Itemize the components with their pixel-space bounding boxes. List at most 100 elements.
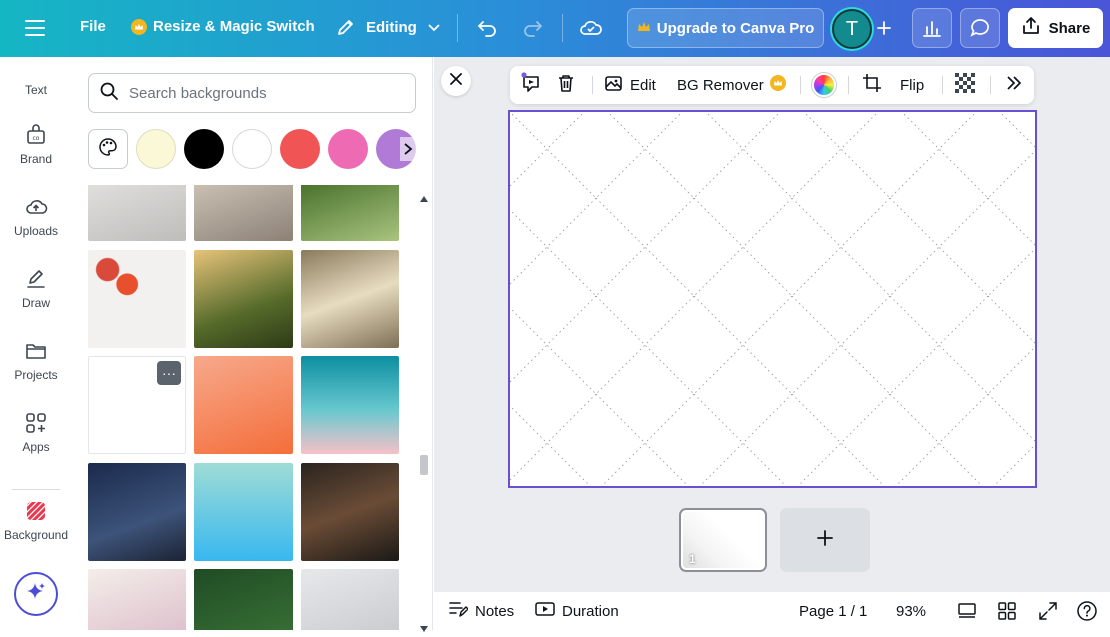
close-icon xyxy=(450,72,462,90)
rail-item-projects[interactable]: Projects xyxy=(0,339,72,382)
rail-item-label: Background xyxy=(3,528,69,542)
rail-item-label: Brand xyxy=(19,152,53,166)
zoom-level[interactable]: 93% xyxy=(896,592,926,630)
scroll-up-arrow-icon[interactable] xyxy=(420,189,428,207)
color-wheel-icon xyxy=(812,73,836,97)
resize-magic-switch-button[interactable]: Resize & Magic Switch xyxy=(131,18,315,35)
notes-button[interactable]: Notes xyxy=(448,592,514,630)
rail-item-background[interactable]: Background xyxy=(0,499,72,542)
image-edit-icon xyxy=(604,73,624,97)
background-thumbnail-white-pattern[interactable]: ··· xyxy=(88,356,186,454)
scroll-down-arrow-icon[interactable] xyxy=(420,619,428,637)
search-input[interactable] xyxy=(129,84,399,102)
cloud-saved-icon[interactable] xyxy=(579,17,603,39)
rail-item-draw[interactable]: Draw xyxy=(0,267,72,310)
background-thumbnail-snow-dunes[interactable] xyxy=(301,569,399,630)
page-indicator[interactable]: Page 1 / 1 xyxy=(799,592,867,630)
divider xyxy=(848,76,849,94)
rail-item-uploads[interactable]: Uploads xyxy=(0,195,72,238)
color-swatch[interactable] xyxy=(184,129,224,169)
panel-scrollbar[interactable] xyxy=(417,185,431,632)
top-bar: File Resize & Magic Switch Editing Upgra… xyxy=(0,0,1110,57)
delete-button[interactable] xyxy=(556,66,576,104)
design-canvas[interactable] xyxy=(508,110,1037,488)
bottom-bar: Notes Duration Page 1 / 1 93% xyxy=(434,592,1110,630)
notes-icon xyxy=(448,600,469,622)
scroll-thumb[interactable] xyxy=(420,455,428,475)
rail-item-label: Apps xyxy=(22,440,50,454)
flip-button[interactable]: Flip xyxy=(900,66,924,104)
color-swatch[interactable] xyxy=(280,129,320,169)
sparkle-icon xyxy=(25,581,47,608)
editor-area: Edit BG Remover Flip 1 Notes Duration Pa… xyxy=(434,57,1110,630)
background-thumbnail-night-sky[interactable] xyxy=(88,463,186,561)
fullscreen-icon[interactable] xyxy=(1038,592,1058,630)
rail-item-text[interactable]: Text xyxy=(0,83,72,97)
add-collaborator-icon[interactable] xyxy=(864,8,904,48)
svg-text:co: co xyxy=(33,135,40,142)
divider xyxy=(942,76,943,94)
color-palette-button[interactable] xyxy=(88,129,128,169)
color-swatch[interactable] xyxy=(136,129,176,169)
duration-button[interactable]: Duration xyxy=(535,592,619,630)
background-thumbnail-grey-texture[interactable] xyxy=(88,185,186,241)
crown-icon xyxy=(131,18,147,35)
more-options-button[interactable]: ··· xyxy=(157,361,181,385)
magic-sparkle-button[interactable] xyxy=(14,572,58,616)
divider xyxy=(592,76,593,94)
cloud-upload-icon xyxy=(24,195,48,219)
insights-chart-icon[interactable] xyxy=(912,8,952,48)
grid-view-icon[interactable] xyxy=(997,592,1017,630)
edit-image-button[interactable]: Edit xyxy=(604,66,656,104)
add-page-button[interactable] xyxy=(780,508,870,572)
rail-item-brand[interactable]: co Brand xyxy=(0,123,72,166)
crown-icon xyxy=(637,20,651,37)
undo-icon[interactable] xyxy=(476,18,498,38)
background-thumbnail-grid: ··· xyxy=(88,185,400,630)
background-thumbnail-sunset-grass[interactable] xyxy=(194,250,293,348)
color-swatch[interactable] xyxy=(328,129,368,169)
comment-icon[interactable] xyxy=(960,8,1000,48)
duration-play-icon xyxy=(535,600,555,622)
background-thumbnail-aqua-gradient[interactable] xyxy=(194,463,293,561)
editing-mode-dropdown[interactable]: Editing xyxy=(336,17,441,37)
background-thumbnail-crystals[interactable] xyxy=(301,250,399,348)
close-panel-button[interactable] xyxy=(441,66,471,96)
crown-icon xyxy=(769,75,786,95)
divider xyxy=(800,76,801,94)
background-thumbnail-peach-gradient[interactable] xyxy=(194,356,293,454)
redo-icon[interactable] xyxy=(522,18,544,38)
chevron-right-icon[interactable] xyxy=(400,137,416,161)
rail-item-label: Uploads xyxy=(13,224,59,238)
page-thumbnail[interactable]: 1 xyxy=(679,508,767,572)
page-view-icon[interactable] xyxy=(957,592,977,630)
background-thumbnail-forest-road[interactable] xyxy=(194,569,293,630)
upgrade-pro-button[interactable]: Upgrade to Canva Pro xyxy=(627,8,824,48)
crop-button[interactable] xyxy=(862,66,882,104)
more-tools-button[interactable] xyxy=(1005,66,1023,104)
divider xyxy=(457,14,458,42)
background-thumbnail-milky-way[interactable] xyxy=(301,463,399,561)
rail-item-apps[interactable]: Apps xyxy=(0,411,72,454)
share-upload-icon xyxy=(1021,16,1041,40)
search-icon xyxy=(99,81,119,106)
color-wheel-button[interactable] xyxy=(812,66,836,104)
help-icon[interactable] xyxy=(1076,592,1098,630)
color-swatch[interactable] xyxy=(232,129,272,169)
bg-remover-button[interactable]: BG Remover xyxy=(677,66,786,104)
search-box[interactable] xyxy=(88,73,416,113)
file-menu[interactable]: File xyxy=(80,18,106,35)
background-thumbnail-green-grass[interactable] xyxy=(301,185,399,241)
animate-button[interactable] xyxy=(520,66,542,104)
share-button[interactable]: Share xyxy=(1008,8,1103,48)
background-thumbnail-wooden-steps[interactable] xyxy=(194,185,293,241)
pencil-icon xyxy=(336,17,356,37)
background-thumbnail-pink-flowers[interactable] xyxy=(88,569,186,630)
hamburger-menu-icon[interactable] xyxy=(24,18,46,38)
double-chevron-right-icon xyxy=(1005,74,1023,96)
background-thumbnail-teal-sky[interactable] xyxy=(301,356,399,454)
backgrounds-panel: ··· xyxy=(72,57,433,632)
background-thumbnail-fruit-flatlay[interactable] xyxy=(88,250,186,348)
brand-icon: co xyxy=(24,123,48,147)
transparency-button[interactable] xyxy=(955,66,975,104)
